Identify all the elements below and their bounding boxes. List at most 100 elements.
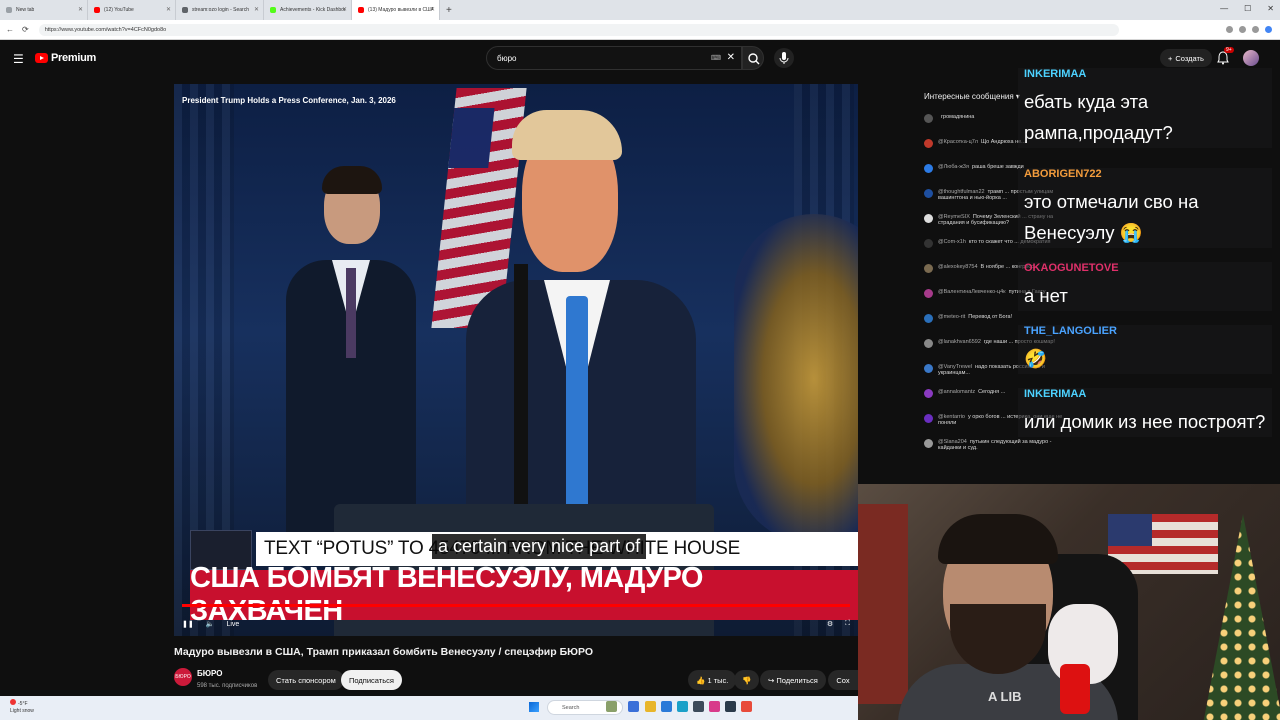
save-label: Сох (836, 675, 850, 685)
chat-filter-dropdown[interactable]: Интересные сообщения ▾ (924, 92, 1020, 101)
avatar[interactable] (1243, 50, 1259, 66)
closed-caption: a certain very nice part of (432, 534, 647, 559)
chat-avatar[interactable] (924, 239, 933, 248)
chat-avatar[interactable] (924, 439, 933, 448)
close-icon[interactable]: ✕ (342, 6, 347, 13)
chat-avatar[interactable] (924, 189, 933, 198)
overlay-text: 🤣 (1024, 348, 1048, 369)
subscribe-button[interactable]: Подписаться (341, 670, 402, 690)
chat-avatar[interactable] (924, 139, 933, 148)
maximize-icon[interactable]: ☐ (1244, 4, 1251, 13)
logo-text: Premium (51, 52, 96, 64)
create-button[interactable]: + Создать (1160, 49, 1212, 67)
live-label[interactable]: Live (226, 621, 239, 628)
chat-avatar[interactable] (924, 314, 933, 323)
chat-avatar[interactable] (924, 339, 933, 348)
browser-tab[interactable]: Achievements - Kick Dashboard ✕ (264, 0, 352, 20)
back-icon[interactable]: ← (6, 25, 14, 34)
chat-avatar[interactable] (924, 414, 933, 423)
microphone-icon (779, 52, 789, 64)
close-window-icon[interactable]: ✕ (1267, 4, 1274, 13)
weather-desc: Light snow (10, 708, 34, 714)
overlay-message: ABORIGEN722 это отмечали сво на Венесуэл… (1018, 168, 1272, 248)
file-explorer-icon[interactable] (645, 701, 656, 712)
create-label: Создать (1175, 53, 1204, 63)
chat-username[interactable]: @Красотка-ц7л (938, 139, 978, 145)
close-icon[interactable]: ✕ (78, 6, 83, 13)
save-button[interactable]: Сох (828, 670, 858, 690)
channel-avatar[interactable]: БЮРО (174, 668, 192, 686)
chat-avatar[interactable] (924, 389, 933, 398)
tab-label: Achievements - Kick Dashboard (280, 7, 345, 13)
chat-username[interactable]: @alexokey8754 (938, 264, 978, 270)
dislike-button[interactable]: 👎 (734, 670, 760, 690)
windows-start-icon[interactable] (529, 702, 539, 712)
chat-username[interactable]: @lanakhvan6592 (938, 339, 981, 345)
app-icon[interactable] (709, 701, 720, 712)
overlay-text: или домик из нее построят? (1024, 411, 1266, 432)
pause-icon[interactable]: ❚❚ (182, 620, 194, 628)
chat-username[interactable]: @Люба-ж3я (938, 164, 969, 170)
person-left-image (286, 166, 416, 560)
extension-icon[interactable] (1239, 26, 1246, 33)
close-icon[interactable]: ✕ (166, 6, 171, 13)
clear-search-icon[interactable]: ✕ (727, 52, 735, 63)
wall-decor (858, 504, 908, 704)
keyboard-icon[interactable]: ⌨ (711, 54, 721, 62)
chat-avatar[interactable] (924, 214, 933, 223)
thumbs-up-icon: 👍 (696, 675, 708, 685)
extension-icon[interactable] (1252, 26, 1259, 33)
search-button[interactable] (742, 46, 764, 70)
edge-icon[interactable] (661, 701, 672, 712)
minimize-icon[interactable]: — (1220, 4, 1228, 13)
app-icon[interactable] (677, 701, 688, 712)
menu-icon[interactable]: ☰ (13, 52, 24, 66)
chat-username[interactable]: @meteo-rit (938, 314, 965, 320)
channel-name[interactable]: БЮРО (197, 669, 222, 678)
browser-tab[interactable]: New tab ✕ (0, 0, 88, 20)
video-player[interactable]: President Trump Holds a Press Conference… (174, 84, 858, 636)
chat-username[interactable]: @ВалентинаЛевченко-ц4к (938, 289, 1006, 295)
task-view-icon[interactable] (628, 701, 639, 712)
search-input[interactable]: бюро ⌨ ✕ (486, 46, 742, 70)
browser-tab[interactable]: stream:ozo login - Search ✕ (176, 0, 264, 20)
chat-text: раша бреше завжди (971, 164, 1024, 170)
chat-avatar[interactable] (924, 364, 933, 373)
voice-search-button[interactable] (774, 48, 794, 68)
profile-icon[interactable] (1265, 26, 1272, 33)
chat-avatar[interactable] (924, 114, 933, 123)
tab-label: stream:ozo login - Search (192, 7, 249, 13)
close-icon[interactable]: ✕ (430, 6, 435, 13)
app-icon[interactable] (693, 701, 704, 712)
chat-avatar[interactable] (924, 264, 933, 273)
app-icon[interactable] (741, 701, 752, 712)
browser-tab-active[interactable]: (13) Мадуро вывезли в США... ✕ (352, 0, 440, 20)
like-button[interactable]: 👍 1 тыс. (688, 670, 737, 690)
extension-icon[interactable] (1226, 26, 1233, 33)
url-field[interactable]: https://www.youtube.com/watch?v=4CFcN0gd… (38, 23, 1119, 36)
refresh-icon[interactable]: ⟳ (22, 25, 29, 34)
share-button[interactable]: ↪ Поделиться (760, 670, 826, 690)
chat-header-label: Интересные сообщения (924, 92, 1014, 101)
chat-username[interactable]: @annalomantz (938, 389, 975, 395)
share-icon: ↪ (768, 675, 777, 685)
settings-icon[interactable]: ⚙ (827, 620, 833, 628)
steam-icon[interactable] (725, 701, 736, 712)
weather-widget[interactable]: -5°F Light snow (10, 699, 34, 715)
address-bar-row: ← ⟳ https://www.youtube.com/watch?v=4CFc… (0, 20, 1280, 40)
tab-favicon (6, 7, 12, 13)
chat-avatar[interactable] (924, 164, 933, 173)
youtube-logo[interactable]: Premium (35, 52, 96, 64)
progress-bar[interactable] (182, 604, 850, 607)
volume-icon[interactable]: 🔈 (206, 620, 215, 628)
chat-username[interactable]: @Com-x1h (938, 239, 966, 245)
new-tab-button[interactable]: + (446, 5, 452, 16)
sponsor-button[interactable]: Стать спонсором (268, 670, 344, 690)
fullscreen-icon[interactable]: ⛶ (845, 620, 850, 628)
browser-tab[interactable]: (12) YouTube ✕ (88, 0, 176, 20)
close-icon[interactable]: ✕ (254, 6, 259, 13)
video-title: Мадуро вывезли в США, Трамп приказал бом… (174, 646, 593, 658)
chat-avatar[interactable] (924, 289, 933, 298)
widgets-icon[interactable] (606, 701, 617, 712)
subscriber-count: 598 тыс. подписчиков (197, 683, 258, 689)
